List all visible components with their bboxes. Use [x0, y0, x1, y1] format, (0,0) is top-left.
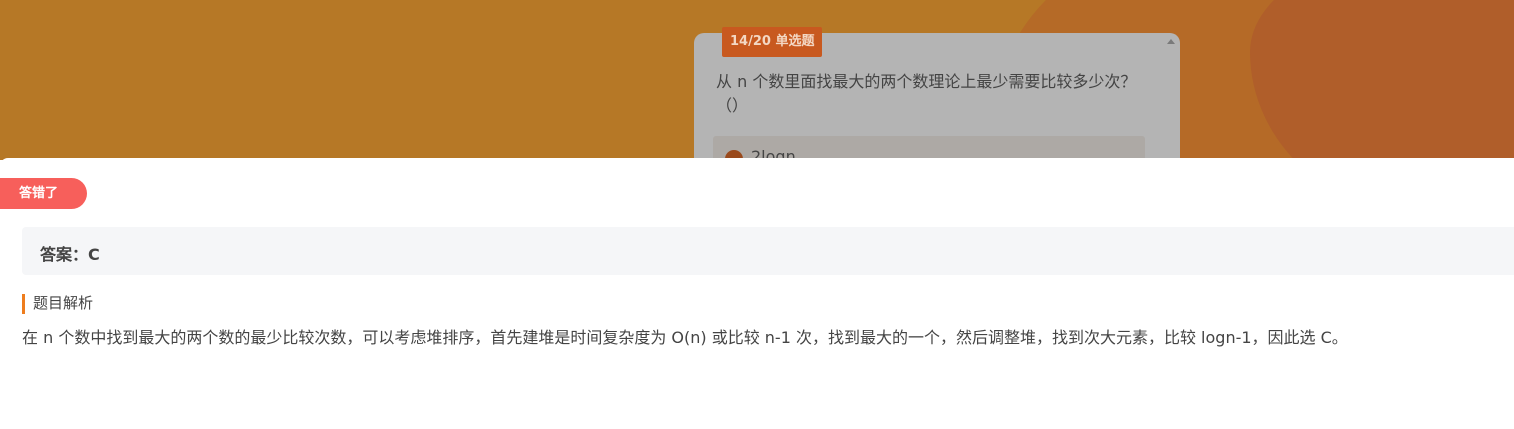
answer-box: 答案：C [22, 227, 1514, 275]
answer-label: 答案：C [40, 245, 100, 264]
analysis-title: 题目解析 [22, 294, 93, 314]
screen: 14/20 单选题 从 n 个数里面找最大的两个数理论上最少需要比较多少次？（）… [0, 0, 1514, 429]
question-text: 从 n 个数里面找最大的两个数理论上最少需要比较多少次？（） [716, 72, 1137, 115]
scroll-up-arrow-icon[interactable] [1167, 39, 1175, 44]
option-a[interactable]: 2logn [713, 136, 1145, 160]
question-card: 14/20 单选题 从 n 个数里面找最大的两个数理论上最少需要比较多少次？（）… [694, 27, 1180, 160]
wrong-status-badge: 答错了 [0, 178, 87, 209]
analysis-text: 在 n 个数中找到最大的两个数的最少比较次数，可以考虑堆排序，首先建堆是时间复杂… [22, 328, 1348, 347]
background-shape [1250, 0, 1514, 160]
scrollbar[interactable] [1166, 37, 1176, 160]
background-band: 14/20 单选题 从 n 个数里面找最大的两个数理论上最少需要比较多少次？（）… [0, 0, 1514, 160]
question-type-tag: 14/20 单选题 [722, 27, 823, 57]
result-sheet: 答错了 答案：C 题目解析 在 n 个数中找到最大的两个数的最少比较次数，可以考… [0, 158, 1514, 429]
